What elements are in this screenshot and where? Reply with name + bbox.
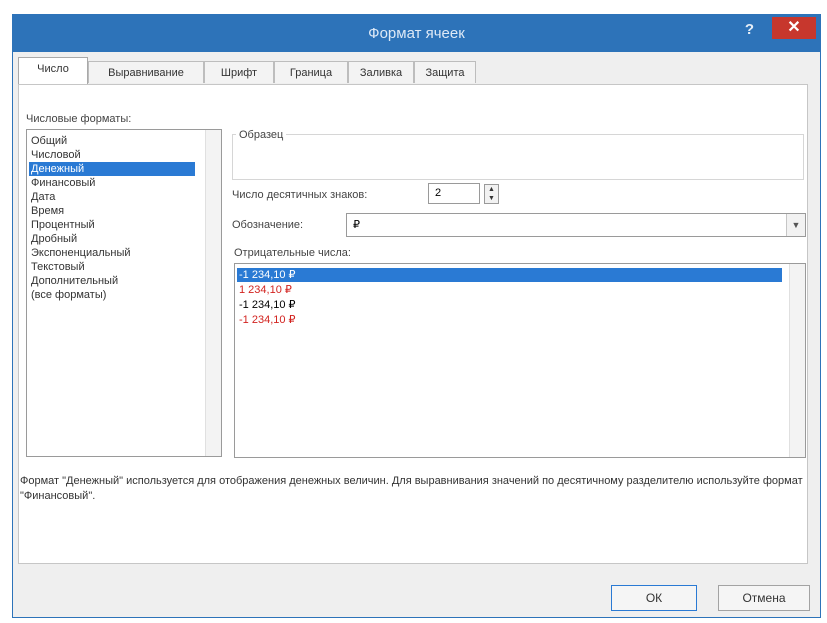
tab-font[interactable]: Шрифт	[204, 61, 274, 83]
tab-number[interactable]: Число	[18, 57, 88, 85]
list-item[interactable]: Финансовый	[31, 176, 181, 190]
decimal-places-label: Число десятичных знаков:	[232, 189, 368, 201]
list-item[interactable]: Числовой	[31, 148, 181, 162]
symbol-value: ₽	[353, 219, 360, 231]
symbol-label: Обозначение:	[232, 219, 304, 231]
format-description: Формат "Денежный" используется для отобр…	[20, 475, 803, 502]
decimal-spinner[interactable]: ▲ ▼	[484, 184, 499, 204]
dialog-title: Формат ячеек	[368, 25, 465, 42]
tab-border[interactable]: Граница	[274, 61, 348, 83]
list-item[interactable]: (все форматы)	[31, 288, 181, 302]
list-item[interactable]: Процентный	[31, 218, 181, 232]
list-item[interactable]: 1 234,10 ₽	[237, 283, 782, 297]
decimal-places-input[interactable]: 2	[428, 183, 480, 204]
chevron-down-icon[interactable]: ▼	[786, 214, 805, 236]
tab-protection[interactable]: Защита	[414, 61, 476, 83]
negative-numbers-list[interactable]: -1 234,10 ₽ 1 234,10 ₽ -1 234,10 ₽ -1 23…	[234, 263, 806, 458]
spin-up-icon[interactable]: ▲	[488, 186, 495, 193]
titlebar: Формат ячеек ? ✕	[13, 15, 820, 52]
list-item[interactable]: Дополнительный	[31, 274, 181, 288]
list-item[interactable]: Дата	[31, 190, 181, 204]
negative-numbers-label: Отрицательные числа:	[234, 247, 351, 259]
tab-alignment[interactable]: Выравнивание	[88, 61, 204, 83]
format-list-scrollbar[interactable]	[205, 130, 221, 456]
ok-button[interactable]: ОК	[611, 585, 697, 611]
number-format-list[interactable]: Общий Числовой Денежный Финансовый Дата …	[26, 129, 222, 457]
list-item[interactable]: Экспоненциальный	[31, 246, 181, 260]
close-button[interactable]: ✕	[772, 17, 816, 39]
list-item[interactable]: Текстовый	[31, 260, 181, 274]
list-item[interactable]: -1 234,10 ₽	[237, 298, 782, 312]
number-formats-label: Числовые форматы:	[26, 113, 132, 125]
list-item[interactable]: Время	[31, 204, 181, 218]
tab-fill[interactable]: Заливка	[348, 61, 414, 83]
symbol-select[interactable]: ₽ ▼	[346, 213, 806, 237]
list-item[interactable]: Дробный	[31, 232, 181, 246]
cancel-button[interactable]: Отмена	[718, 585, 810, 611]
list-item[interactable]: -1 234,10 ₽	[237, 313, 782, 327]
tab-strip: Число Выравнивание Шрифт Граница Заливка…	[18, 57, 798, 85]
list-item[interactable]: Общий	[31, 134, 181, 148]
sample-label: Образец	[236, 129, 287, 141]
negative-list-scrollbar[interactable]	[789, 264, 805, 457]
help-button[interactable]: ?	[745, 21, 754, 38]
sample-group	[232, 134, 804, 180]
list-item-selected[interactable]: Денежный	[29, 162, 195, 176]
spin-down-icon[interactable]: ▼	[488, 195, 495, 202]
list-item-selected[interactable]: -1 234,10 ₽	[237, 268, 782, 282]
